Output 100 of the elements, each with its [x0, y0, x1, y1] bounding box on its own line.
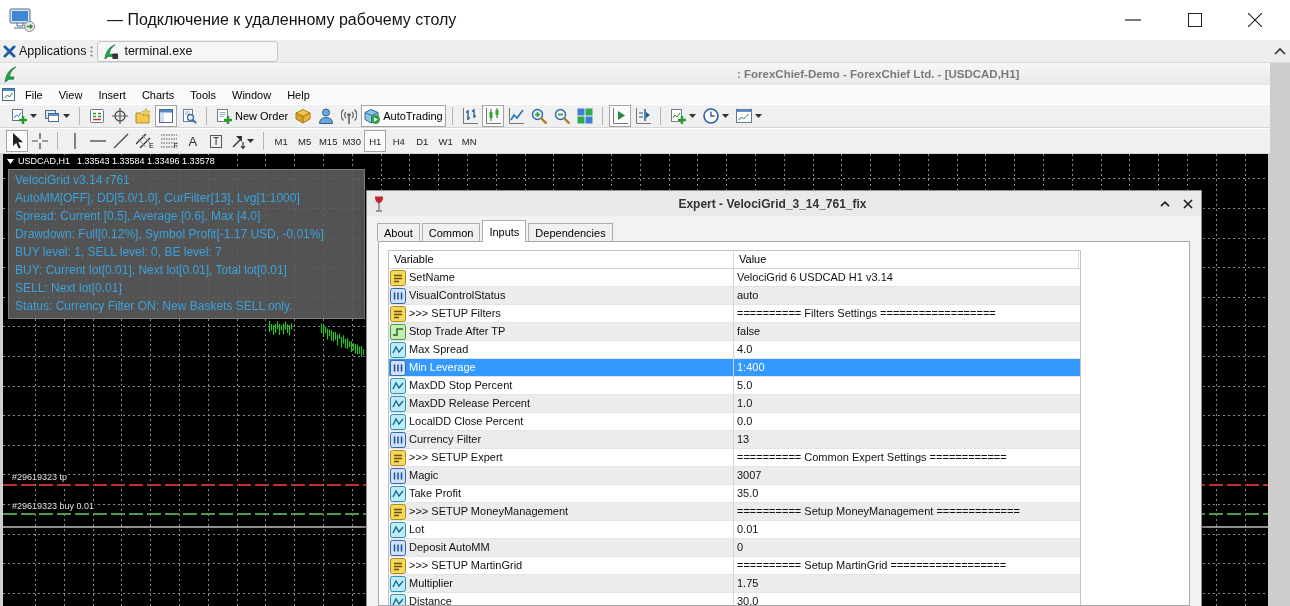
drag-handle-icon[interactable]	[90, 45, 94, 57]
bars-tile-icon	[390, 287, 406, 304]
table-row[interactable]: Currency Filter 13	[389, 431, 1080, 449]
chevron-up-icon[interactable]	[1160, 200, 1170, 207]
variable-value: ========== Common Expert Settings ============	[736, 452, 1007, 463]
timeframe-button[interactable]: M5	[293, 130, 316, 152]
timeframe-button[interactable]: M15	[316, 130, 340, 152]
lines-tile-icon	[390, 449, 406, 466]
scrollbar-track[interactable]	[1270, 63, 1290, 606]
data-window-button[interactable]	[109, 105, 131, 127]
table-row[interactable]: >>> SETUP MartinGrid ========== Setup MartinGrid ==================	[389, 557, 1080, 575]
timeframe-button[interactable]: H1	[363, 130, 387, 152]
menu-item[interactable]: Tools	[182, 86, 224, 103]
maximize-icon[interactable]	[1188, 13, 1202, 27]
new-order-button[interactable]: New Order	[213, 105, 292, 127]
timeframe-button[interactable]: MN	[457, 130, 481, 152]
variable-value: ========== Filters Settings ==================	[736, 308, 996, 319]
tab[interactable]: About	[377, 223, 420, 241]
table-row[interactable]: MaxDD Release Percent 1.0	[389, 395, 1080, 413]
timeframe-button[interactable]: H4	[387, 130, 410, 152]
timeframe-button[interactable]: M1	[269, 130, 293, 152]
tab[interactable]: Common	[421, 223, 481, 241]
table-row[interactable]: SetName VelociGrid 6 USDCAD H1 v3.14	[389, 269, 1080, 287]
timeframe-button[interactable]: M30	[340, 130, 363, 152]
app-logo-icon	[102, 42, 120, 60]
text-tool-button[interactable]: A	[181, 130, 204, 152]
variable-value: 1:400	[736, 362, 765, 373]
chart-quotes: 1.33543 1.33584 1.33496 1.33578	[77, 156, 215, 166]
variable-name: Distance	[409, 596, 452, 605]
bars-tile-icon	[390, 539, 406, 556]
clock-icon	[702, 108, 719, 124]
table-row[interactable]: MaxDD Stop Percent 5.0	[389, 377, 1080, 395]
variable-name: VisualControlStatus	[409, 290, 506, 301]
timeframe-button[interactable]: D1	[410, 130, 434, 152]
close-icon[interactable]	[1248, 13, 1262, 27]
menu-item[interactable]: File	[17, 86, 51, 103]
collapse-triangle-icon[interactable]	[7, 158, 14, 164]
zoom-in-icon	[530, 108, 547, 124]
antenna-icon	[341, 108, 358, 124]
table-row[interactable]: Max Spread 4.0	[389, 341, 1080, 359]
wave-tile-icon	[390, 575, 406, 592]
table-row[interactable]: Multiplier 1.75	[389, 575, 1080, 593]
tab[interactable]: Dependencies	[528, 223, 613, 241]
windows-stack-icon	[44, 108, 60, 124]
wine-glass-icon	[373, 195, 385, 212]
table-row[interactable]: >>> SETUP MoneyManagement ========== Setup MoneyManagement =============	[389, 503, 1080, 521]
autotrading-button[interactable]: AutoTrading	[361, 105, 446, 127]
table-row[interactable]: Lot 0.01	[389, 521, 1080, 539]
variable-name: >>> SETUP Filters	[409, 308, 501, 319]
table-row[interactable]: >>> SETUP Expert ========== Common Expert Settings ============	[389, 449, 1080, 467]
menu-item[interactable]: View	[50, 86, 91, 103]
variable-value: VelociGrid 6 USDCAD H1 v3.14	[736, 272, 893, 283]
close-icon[interactable]	[1183, 198, 1193, 209]
bars-tile-icon	[390, 467, 406, 484]
variable-value: 4.0	[736, 344, 753, 355]
menu-item[interactable]: Charts	[133, 86, 183, 103]
info-line: BUY: Current lot[0.01], Next lot[0.01], Total lot[0.01]	[15, 262, 287, 279]
autoscroll-button[interactable]	[608, 105, 631, 127]
fibonacci-icon	[160, 133, 177, 149]
candlestick-button[interactable]	[481, 105, 504, 127]
quotes-window-icon	[89, 108, 105, 124]
column-header: Value	[734, 251, 1079, 268]
arrows-icon	[230, 133, 247, 149]
zoom-out-icon	[553, 108, 570, 124]
folder-star-icon	[135, 108, 151, 124]
column-header: Variable	[389, 251, 734, 268]
table-row[interactable]: Stop Trade After TP false	[389, 323, 1080, 341]
menu-item[interactable]: Help	[279, 86, 318, 103]
text-label-tool-button[interactable]: T	[204, 130, 227, 152]
task-button[interactable]: terminal.exe	[97, 40, 279, 62]
vertical-line-icon	[74, 133, 76, 149]
window-title: — Подключение к удаленному рабочему столу	[107, 11, 457, 29]
table-row[interactable]: VisualControlStatus auto	[389, 287, 1080, 305]
cursor-tool-button[interactable]	[6, 130, 28, 152]
tab[interactable]: Inputs	[482, 220, 527, 242]
variable-value: 0	[736, 542, 744, 553]
wave-tile-icon	[390, 413, 406, 430]
applications-menu-button[interactable]: Applications	[0, 40, 89, 62]
table-row[interactable]: >>> SETUP Filters ========== Filters Settings ==================	[389, 305, 1080, 323]
crosshair-icon	[112, 108, 128, 124]
wave-tile-icon	[390, 593, 406, 605]
wave-tile-icon	[390, 521, 406, 538]
line-chart-icon	[507, 108, 524, 124]
timeframe-button[interactable]: W1	[434, 130, 457, 152]
table-row[interactable]: Deposit AutoMM 0	[389, 539, 1080, 557]
chart-window-icon[interactable]	[2, 88, 15, 101]
variable-value: 1.75	[736, 578, 759, 589]
order-label: #29619323 buy 0.01	[12, 501, 95, 512]
channel-icon	[136, 133, 152, 149]
table-row[interactable]: Take Profit 35.0	[389, 485, 1080, 503]
candlestick-icon	[484, 108, 501, 124]
table-row[interactable]: Magic 3007	[389, 467, 1080, 485]
menu-item[interactable]: Window	[224, 86, 280, 103]
chart-plus-icon	[11, 108, 27, 124]
terminal-button[interactable]	[155, 105, 177, 127]
wave-tile-icon	[390, 485, 406, 502]
table-row[interactable]: LocalDD Close Percent 0.0	[389, 413, 1080, 431]
menu-item[interactable]: Insert	[90, 86, 134, 103]
lines-tile-icon	[390, 269, 406, 286]
scroll-up-icon[interactable]	[1274, 47, 1286, 55]
